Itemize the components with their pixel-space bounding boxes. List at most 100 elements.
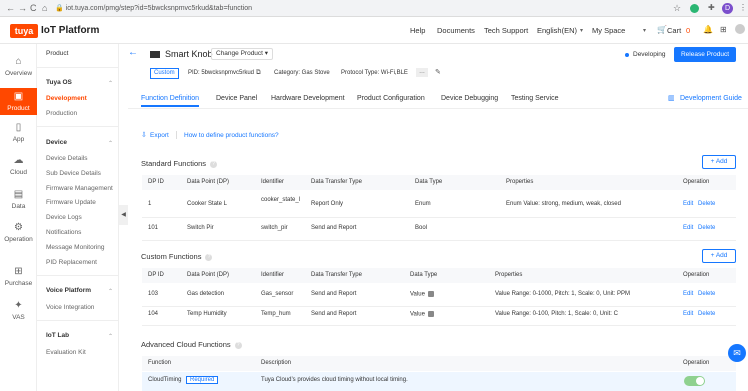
nav-language[interactable]: English(EN) (537, 26, 577, 36)
cell-dp-id: 104 (148, 311, 159, 317)
help-icon[interactable]: ? (205, 253, 213, 261)
more-icon[interactable]: … (416, 68, 428, 77)
product-pid: PID: 5bwcksnpmvc5rkud (188, 70, 255, 76)
star-icon[interactable]: ☆ (673, 3, 681, 14)
rail-data[interactable]: ▤ Data (0, 189, 37, 210)
subnav-voice-platform[interactable]: Voice Platform (46, 287, 91, 294)
bell-icon[interactable]: 🔔 (703, 25, 713, 34)
toggle-knob (696, 377, 704, 385)
reload-icon[interactable]: C (30, 3, 37, 14)
info-icon[interactable] (427, 291, 434, 297)
edit-link[interactable]: Edit (683, 291, 693, 297)
tab-testing-service[interactable]: Testing Service (511, 95, 558, 102)
development-guide-link[interactable]: Development Guide (680, 95, 742, 102)
info-icon[interactable] (427, 311, 434, 317)
tab-hardware-development[interactable]: Hardware Development (271, 95, 345, 102)
edit-link[interactable]: Edit (683, 311, 693, 317)
custom-functions-title: Custom Functions? (141, 252, 213, 261)
copy-icon[interactable]: ⧉ (256, 69, 261, 77)
collapse-sidebar-button[interactable]: ◀ (119, 205, 128, 225)
url-bar[interactable]: 🔒 iot.tuya.com/pmg/step?id=5bwcksnpmvc5r… (55, 2, 655, 15)
user-avatar[interactable] (735, 24, 745, 34)
back-arrow-icon[interactable]: ← (128, 47, 138, 58)
add-custom-function-button[interactable]: + Add (702, 249, 736, 263)
header-description: Description (261, 360, 292, 366)
rail-app[interactable]: ▯ App (0, 122, 37, 143)
subnav-notifications[interactable]: Notifications (46, 229, 81, 236)
cell-data-type: Enum (415, 201, 431, 207)
avatar[interactable]: D (722, 3, 733, 14)
subnav-device-details[interactable]: Device Details (46, 155, 88, 162)
nav-help[interactable]: Help (410, 26, 425, 36)
cell-transfer-type: Send and Report (311, 225, 357, 231)
cell-properties: Value Range: 0-100, Pitch: 1, Scale: 0, … (495, 311, 618, 317)
subnav-product[interactable]: Product (46, 50, 68, 57)
delete-link[interactable]: Delete (698, 225, 715, 231)
define-functions-link[interactable]: How to define product functions? (184, 132, 279, 139)
subnav-tuya-os[interactable]: Tuya OS (46, 79, 72, 86)
add-standard-function-button[interactable]: + Add (702, 155, 736, 169)
cell-dp-id: 101 (148, 225, 159, 231)
cloud-timing-toggle[interactable] (684, 376, 705, 386)
rail-product[interactable]: ▣ Product (0, 88, 37, 115)
help-icon[interactable]: ? (234, 341, 242, 349)
rail-purchase[interactable]: ⊞ Purchase (0, 266, 37, 287)
cell-identifier: switch_pir (261, 225, 288, 231)
puzzle-icon[interactable]: ✚ (708, 3, 715, 12)
subnav-device-logs[interactable]: Device Logs (46, 214, 82, 221)
nav-documents[interactable]: Documents (437, 26, 475, 36)
edit-link[interactable]: Edit (683, 225, 693, 231)
extension-icon[interactable] (690, 4, 699, 13)
export-link[interactable]: Export (150, 132, 169, 139)
subnav-pid-replacement[interactable]: PID Replacement (46, 259, 97, 266)
book-icon: ▥ (668, 95, 675, 102)
chevron-down-icon: ▾ (264, 50, 269, 57)
rail-overview[interactable]: ⌂ Overview (0, 56, 37, 77)
grid-icon[interactable]: ⊞ (720, 25, 727, 34)
export-icon: ⇩ (141, 132, 147, 139)
tab-device-debugging[interactable]: Device Debugging (441, 95, 498, 102)
cart-icon[interactable]: 🛒 (657, 25, 667, 34)
home-icon[interactable]: ⌂ (42, 3, 47, 14)
chevron-up-icon: ⌃ (108, 141, 114, 147)
menu-dots-icon[interactable]: ⋮ (739, 3, 747, 12)
nav-cart[interactable]: Cart (667, 26, 681, 36)
subnav-development[interactable]: Development (46, 95, 87, 102)
subnav-evaluation-kit[interactable]: Evaluation Kit (46, 349, 86, 356)
forward-arrow-icon[interactable]: → (18, 3, 27, 14)
chat-support-icon[interactable]: ✉ (728, 344, 746, 362)
delete-link[interactable]: Delete (698, 311, 715, 317)
nav-my-space[interactable]: My Space (592, 26, 625, 36)
change-product-select[interactable]: Change Product ▾ (211, 48, 274, 60)
subnav-firmware-management[interactable]: Firmware Management (46, 185, 113, 192)
cell-transfer-type: Report Only (311, 201, 344, 207)
subnav-device[interactable]: Device (46, 139, 67, 146)
rail-operation[interactable]: ⚙ Operation (0, 222, 37, 243)
product-category: Category: Gas Stove (274, 70, 330, 76)
back-arrow-icon[interactable]: ← (6, 3, 15, 14)
subnav-production[interactable]: Production (46, 110, 77, 117)
release-product-button[interactable]: Release Product (674, 47, 736, 62)
cell-transfer-type: Send and Report (311, 311, 357, 317)
tab-function-definition[interactable]: Function Definition (141, 95, 199, 107)
cell-data-point: Temp Humidity (187, 311, 227, 317)
rail-vas[interactable]: ✦ VAS (0, 300, 37, 321)
rail-cloud[interactable]: ☁ Cloud (0, 155, 37, 176)
edit-link[interactable]: Edit (683, 201, 693, 207)
header-data-type: Data Type (410, 272, 438, 278)
product-protocol: Protocol Type: Wi-Fi,BLE (341, 70, 408, 76)
edit-icon[interactable]: ✎ (435, 68, 441, 76)
delete-link[interactable]: Delete (698, 201, 715, 207)
header-transfer-type: Data Transfer Type (311, 179, 362, 185)
delete-link[interactable]: Delete (698, 291, 715, 297)
help-icon[interactable]: ? (210, 160, 218, 168)
subnav-firmware-update[interactable]: Firmware Update (46, 199, 96, 206)
tab-device-panel[interactable]: Device Panel (216, 95, 257, 102)
tab-product-configuration[interactable]: Product Configuration (357, 95, 425, 102)
purchase-icon: ⊞ (14, 266, 23, 277)
subnav-message-monitoring[interactable]: Message Monitoring (46, 244, 105, 251)
subnav-sub-device-details[interactable]: Sub Device Details (46, 170, 101, 177)
subnav-voice-integration[interactable]: Voice Integration (46, 304, 94, 311)
subnav-iot-lab[interactable]: IoT Lab (46, 332, 69, 339)
nav-tech-support[interactable]: Tech Support (484, 26, 528, 36)
